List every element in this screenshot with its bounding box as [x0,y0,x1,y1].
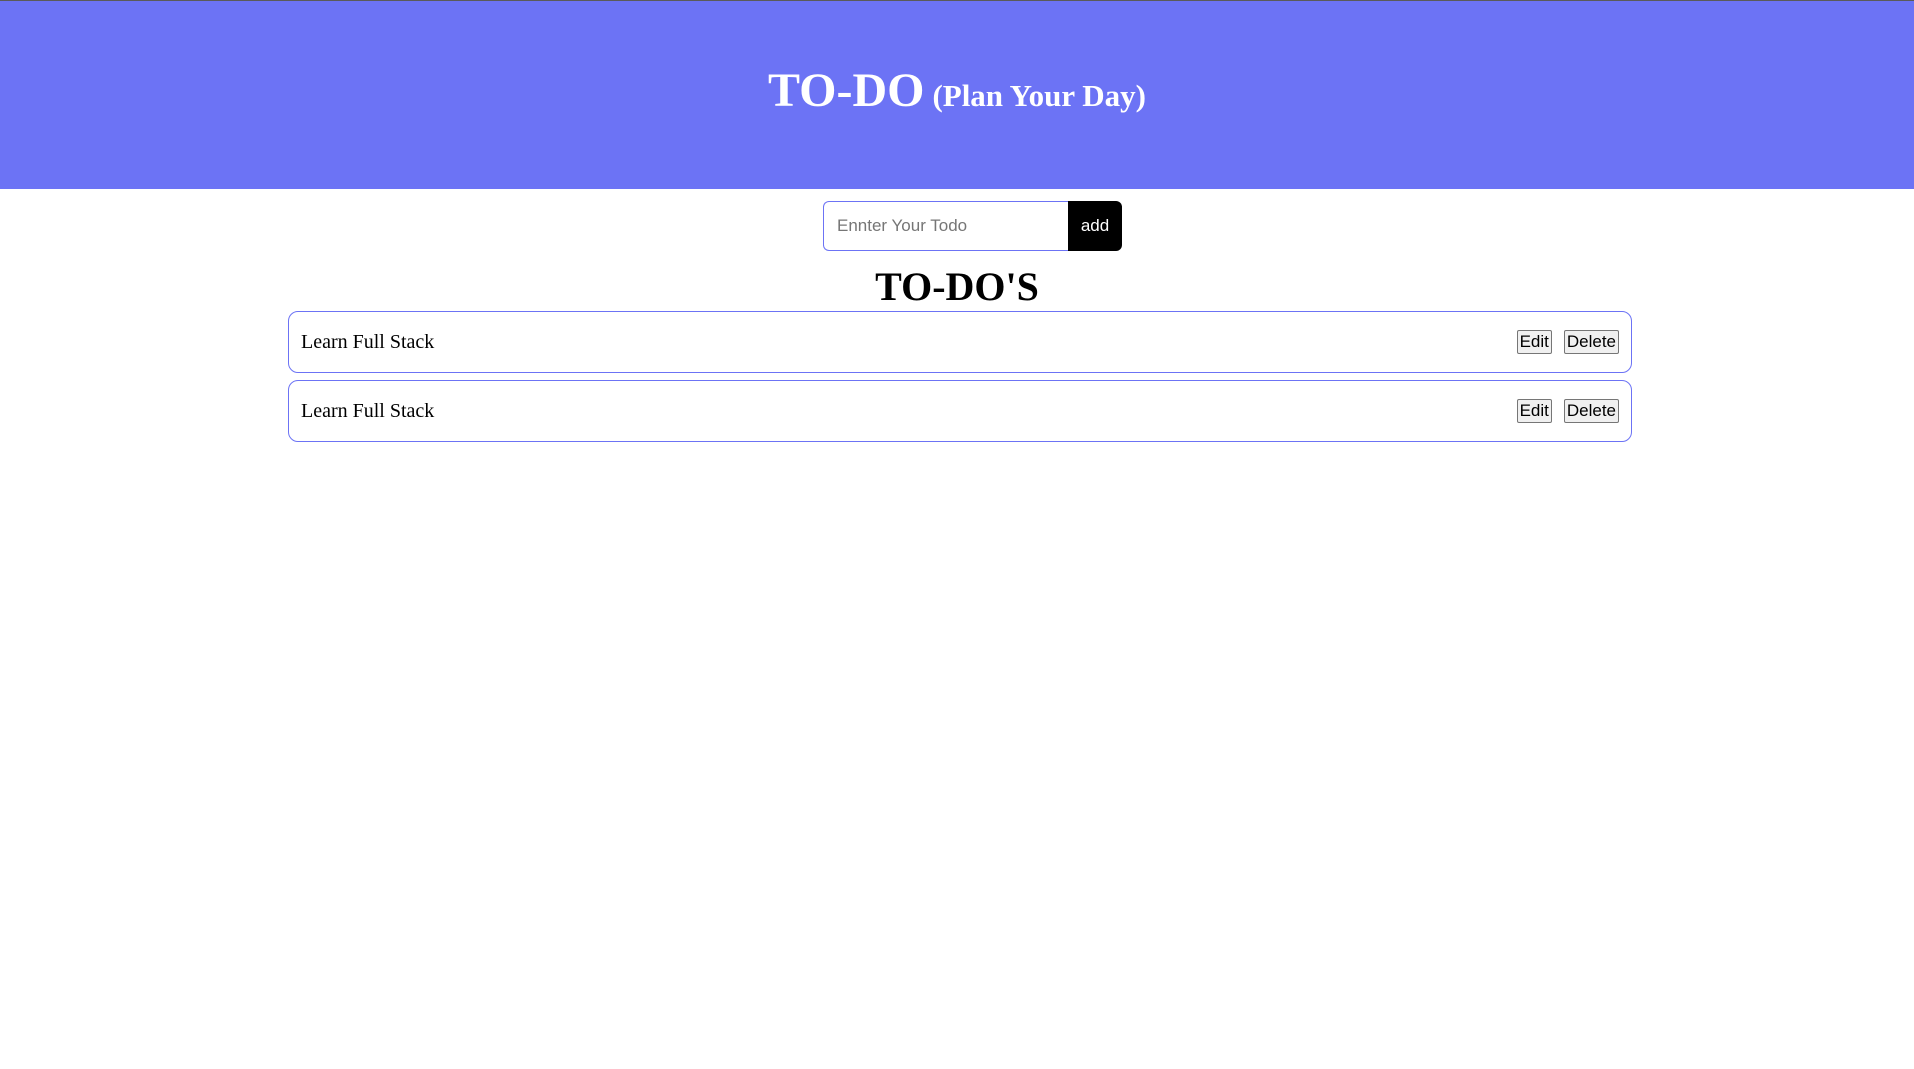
todo-item: Learn Full Stack Edit Delete [288,380,1632,442]
page-title: TO-DO (Plan Your Day) [768,67,1146,115]
app-header: TO-DO (Plan Your Day) [0,1,1914,189]
todo-input[interactable] [823,201,1068,251]
todo-text: Learn Full Stack [301,330,435,353]
add-button[interactable]: add [1068,201,1122,251]
todo-item: Learn Full Stack Edit Delete [288,311,1632,373]
todo-list-heading: TO-DO'S [875,264,1039,309]
todo-text: Learn Full Stack [301,399,435,422]
edit-button[interactable]: Edit [1516,330,1552,354]
delete-button[interactable]: Delete [1563,399,1619,423]
page-subtitle: (Plan Your Day) [932,78,1147,113]
todo-actions: Edit Delete [1516,330,1619,354]
todo-list: Learn Full Stack Edit Delete Learn Full … [288,311,1632,449]
todo-actions: Edit Delete [1516,399,1619,423]
edit-button[interactable]: Edit [1516,399,1552,423]
title-text: TO-DO [767,64,925,117]
add-todo-form: add [823,201,1122,251]
delete-button[interactable]: Delete [1563,330,1619,354]
